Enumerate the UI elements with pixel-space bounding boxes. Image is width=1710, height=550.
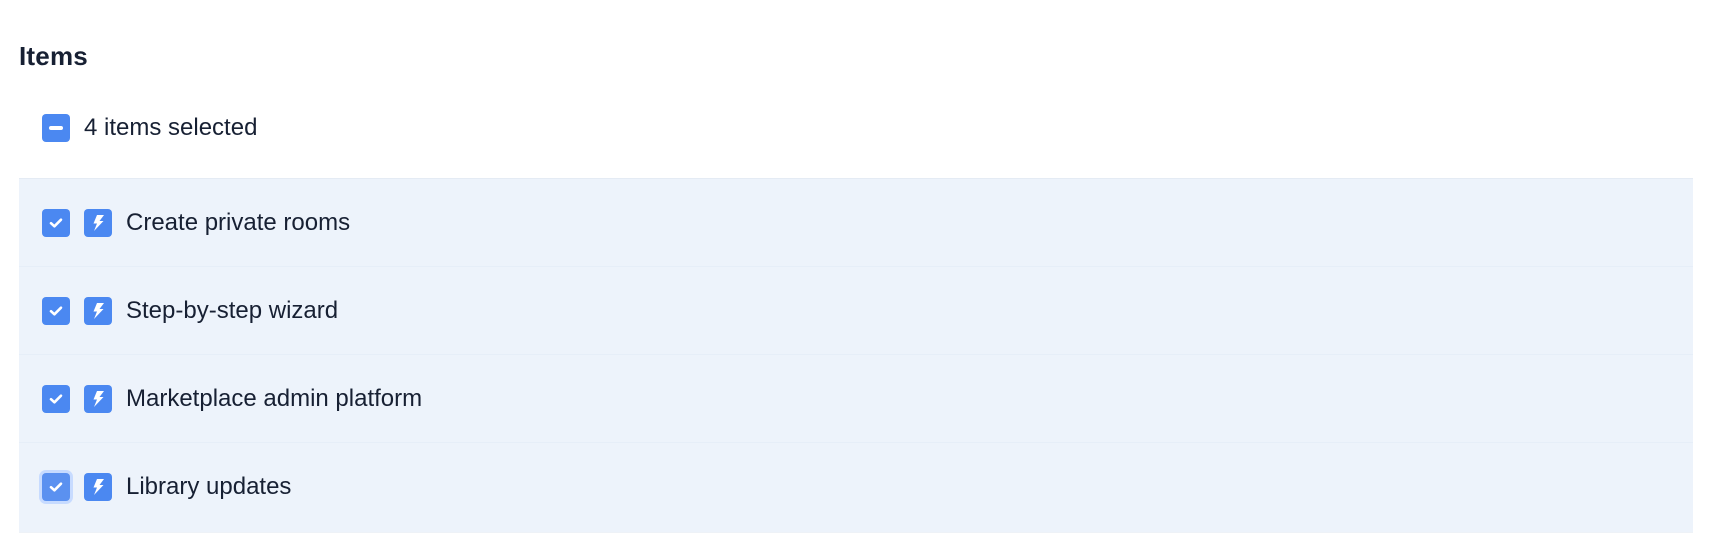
item-label: Library updates [126, 473, 292, 500]
section-title: Items [19, 41, 88, 71]
bolt-icon [84, 208, 112, 237]
checkmark-icon [49, 482, 63, 492]
item-checkbox[interactable] [42, 208, 70, 237]
items-list: Create private rooms Step-by-step wizard [19, 178, 1693, 532]
bolt-icon [84, 384, 112, 413]
select-all-control[interactable]: 4 items selected [42, 113, 257, 143]
item-label: Marketplace admin platform [126, 384, 423, 412]
list-item[interactable]: Step-by-step wizard [19, 267, 1693, 355]
list-item[interactable]: Create private rooms [19, 179, 1693, 267]
checkmark-icon [49, 393, 63, 404]
list-bottom-divider [19, 532, 1693, 533]
selection-summary-label: 4 items selected [84, 114, 258, 141]
checkmark-icon [49, 305, 63, 316]
item-label: Create private rooms [126, 208, 351, 236]
indeterminate-dash-icon [49, 126, 63, 130]
item-checkbox[interactable] [42, 473, 70, 501]
bolt-icon [84, 473, 112, 501]
items-panel: Items 4 items selected Create private ro… [0, 0, 1710, 550]
item-label: Step-by-step wizard [126, 296, 339, 324]
item-checkbox[interactable] [42, 384, 70, 413]
list-item[interactable]: Library updates [19, 443, 1693, 531]
select-all-checkbox[interactable] [42, 114, 70, 142]
checkmark-icon [49, 217, 63, 228]
bolt-icon [84, 296, 112, 325]
list-item[interactable]: Marketplace admin platform [19, 355, 1693, 443]
item-checkbox[interactable] [42, 296, 70, 325]
